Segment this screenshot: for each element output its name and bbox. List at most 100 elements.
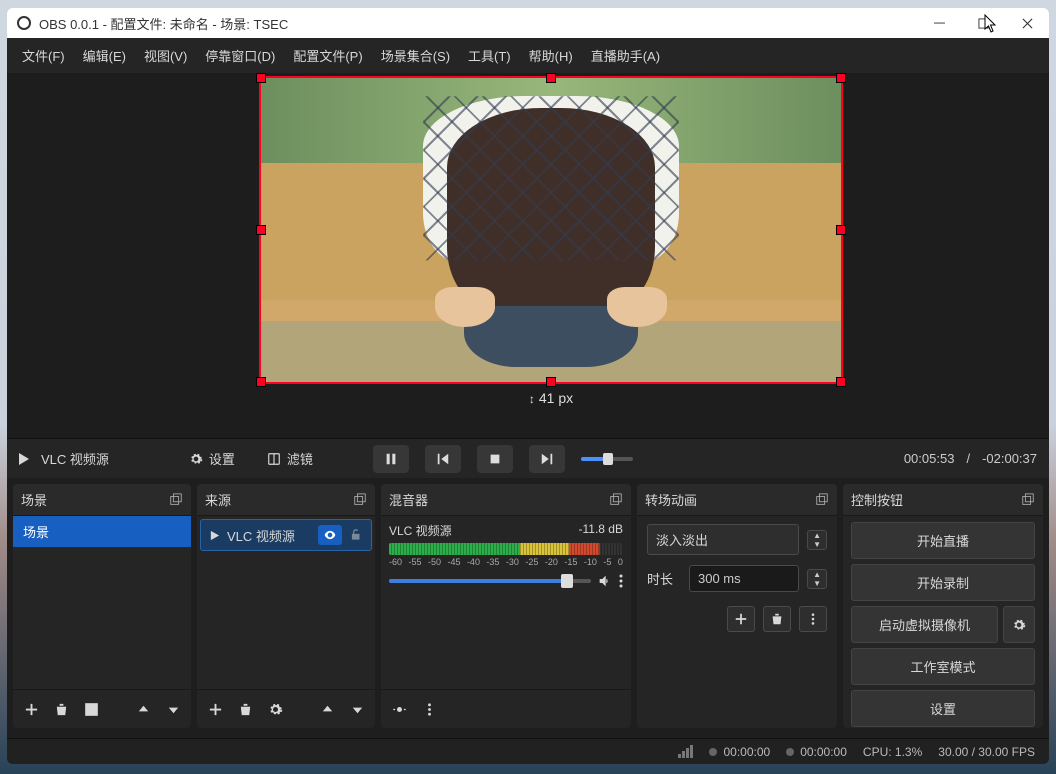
duration-input[interactable]: 300 ms: [689, 565, 799, 592]
menu-scene-collection[interactable]: 场景集合(S): [372, 42, 459, 69]
popout-icon[interactable]: [1021, 493, 1035, 507]
menu-help[interactable]: 帮助(H): [520, 42, 582, 69]
sources-title: 来源: [205, 490, 231, 509]
popout-icon[interactable]: [353, 493, 367, 507]
scene-move-down-button[interactable]: [159, 696, 187, 722]
source-move-up-button[interactable]: [313, 696, 341, 722]
play-icon: [209, 530, 220, 541]
maximize-button[interactable]: [961, 8, 1005, 38]
gear-icon: [189, 452, 203, 466]
settings-label: 设置: [209, 449, 235, 468]
mixer-db-value: -11.8 dB: [579, 522, 623, 539]
delete-scene-button[interactable]: [47, 696, 75, 722]
start-recording-button[interactable]: 开始录制: [851, 564, 1035, 601]
controls-title: 控制按钮: [851, 490, 903, 509]
popout-icon[interactable]: [169, 493, 183, 507]
studio-mode-button[interactable]: 工作室模式: [851, 648, 1035, 685]
transitions-title: 转场动画: [645, 490, 697, 509]
stop-button[interactable]: [477, 445, 513, 473]
delete-transition-button[interactable]: [763, 606, 791, 632]
source-item-label: VLC 视频源: [227, 526, 295, 545]
mixer-menu-button[interactable]: [415, 696, 443, 722]
kebab-icon[interactable]: [619, 573, 623, 589]
resize-handle-top-right[interactable]: [836, 73, 846, 83]
time-remaining: -02:00:37: [982, 451, 1037, 466]
db-scale: -60-55-50-45-40-35-30-25-20-15-10-50: [389, 557, 623, 567]
duration-spinner[interactable]: ▲▼: [807, 569, 827, 589]
recording-timer: 00:00:00: [786, 745, 847, 759]
resize-handle-bottom-left[interactable]: [256, 377, 266, 387]
virtual-camera-config-button[interactable]: [1003, 606, 1035, 643]
transitions-dock: 转场动画 淡入淡出 ▲▼ 时长 300 ms ▲▼: [637, 484, 837, 728]
network-status-icon: [678, 745, 693, 758]
gear-icon: [1012, 618, 1026, 632]
next-button[interactable]: [529, 445, 565, 473]
time-separator: /: [966, 451, 970, 466]
source-item[interactable]: VLC 视频源: [200, 519, 372, 551]
source-filters-button[interactable]: 滤镜: [259, 445, 321, 472]
start-streaming-button[interactable]: 开始直播: [851, 522, 1035, 559]
sources-dock: 来源 VLC 视频源: [197, 484, 375, 728]
source-properties-button[interactable]: [261, 696, 289, 722]
source-toolbar: VLC 视频源 设置 滤镜 00:05:53 / -02:00:37: [7, 438, 1049, 478]
window-titlebar: OBS 0.0.1 - 配置文件: 未命名 - 场景: TSEC: [7, 8, 1049, 38]
menu-profiles[interactable]: 配置文件(P): [284, 42, 371, 69]
mixer-track-name: VLC 视频源: [389, 522, 452, 539]
resize-handle-bottom-center[interactable]: [546, 377, 556, 387]
menu-edit[interactable]: 编辑(E): [74, 42, 135, 69]
mixer-dock: 混音器 VLC 视频源 -11.8 dB -60-55-50-45-40-35-…: [381, 484, 631, 728]
resize-handle-bottom-right[interactable]: [836, 377, 846, 387]
popout-icon[interactable]: [815, 493, 829, 507]
previous-button[interactable]: [425, 445, 461, 473]
add-scene-button[interactable]: [17, 696, 45, 722]
popout-icon[interactable]: [609, 493, 623, 507]
resize-handle-top-left[interactable]: [256, 73, 266, 83]
source-bounding-box[interactable]: 41 px: [259, 76, 843, 384]
menu-tools[interactable]: 工具(T): [459, 42, 520, 69]
filters-label: 滤镜: [287, 449, 313, 468]
preview-area[interactable]: 41 px: [7, 73, 1049, 438]
transition-spinner[interactable]: ▲▼: [807, 530, 827, 550]
menu-file[interactable]: 文件(F): [13, 42, 74, 69]
transition-select[interactable]: 淡入淡出: [647, 524, 799, 555]
pause-button[interactable]: [373, 445, 409, 473]
scene-item-label: 场景: [23, 522, 49, 541]
scenes-dock: 场景 场景: [13, 484, 191, 728]
filters-icon: [267, 452, 281, 466]
visibility-toggle[interactable]: [318, 525, 342, 545]
scenes-title: 场景: [21, 490, 47, 509]
virtual-camera-button[interactable]: 启动虚拟摄像机: [851, 606, 998, 643]
resize-handle-mid-left[interactable]: [256, 225, 266, 235]
source-settings-button[interactable]: 设置: [181, 445, 243, 472]
source-move-down-button[interactable]: [343, 696, 371, 722]
fps-display: 30.00 / 30.00 FPS: [938, 745, 1035, 759]
menu-stream-wizard[interactable]: 直播助手(A): [582, 42, 669, 69]
scene-filters-button[interactable]: [77, 696, 105, 722]
preview-video-frame: [261, 78, 841, 382]
menu-view[interactable]: 视图(V): [135, 42, 196, 69]
window-title: OBS 0.0.1 - 配置文件: 未命名 - 场景: TSEC: [39, 14, 288, 33]
mixer-advanced-button[interactable]: [385, 696, 413, 722]
status-bar: 00:00:00 00:00:00 CPU: 1.3% 30.00 / 30.0…: [7, 738, 1049, 764]
unlock-icon[interactable]: [349, 528, 363, 542]
selected-source-name: VLC 视频源: [41, 449, 109, 468]
scenes-list[interactable]: 场景: [13, 516, 191, 689]
transition-selected-label: 淡入淡出: [656, 530, 708, 549]
delete-source-button[interactable]: [231, 696, 259, 722]
media-volume-slider[interactable]: [581, 457, 633, 461]
close-button[interactable]: [1005, 8, 1049, 38]
transition-menu-button[interactable]: [799, 606, 827, 632]
resize-handle-top-center[interactable]: [546, 73, 556, 83]
add-source-button[interactable]: [201, 696, 229, 722]
menu-dock[interactable]: 停靠窗口(D): [196, 42, 284, 69]
speaker-icon[interactable]: [597, 573, 613, 589]
add-transition-button[interactable]: [727, 606, 755, 632]
scene-item[interactable]: 场景: [13, 516, 191, 547]
cpu-usage: CPU: 1.3%: [863, 745, 922, 759]
scene-move-up-button[interactable]: [129, 696, 157, 722]
sources-list[interactable]: VLC 视频源: [197, 516, 375, 689]
volume-slider[interactable]: [389, 579, 591, 583]
resize-handle-mid-right[interactable]: [836, 225, 846, 235]
settings-button[interactable]: 设置: [851, 690, 1035, 727]
minimize-button[interactable]: [917, 8, 961, 38]
